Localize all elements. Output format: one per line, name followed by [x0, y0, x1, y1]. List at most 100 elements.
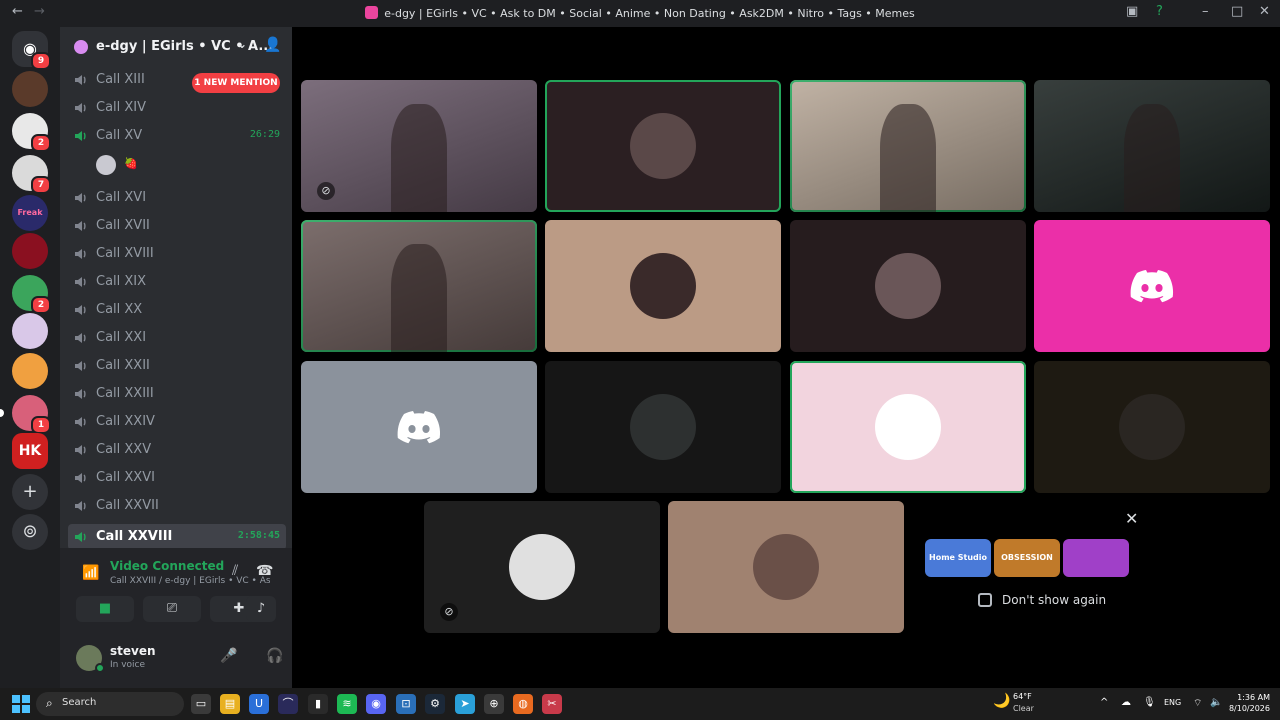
maximize-button[interactable]: □ [1231, 4, 1243, 19]
voice-channel[interactable]: Call XXI [68, 325, 286, 351]
server-icon-1[interactable] [12, 71, 48, 107]
username[interactable]: steven [110, 644, 156, 658]
weather-temp[interactable]: 64°F [1013, 692, 1032, 701]
screen-share-button[interactable]: ⎚ [143, 596, 201, 622]
participant-12-tile[interactable] [1034, 361, 1270, 493]
language-indicator[interactable]: ENG [1164, 698, 1181, 707]
participant-11-tile[interactable] [790, 361, 1026, 493]
microphone-icon[interactable]: 🎤 [220, 648, 237, 664]
task-view-icon[interactable]: ▭ [191, 694, 211, 714]
close-icon[interactable]: ✕ [1125, 509, 1138, 528]
help-icon[interactable]: ? [1156, 4, 1163, 19]
close-window-button[interactable]: ✕ [1259, 4, 1270, 19]
signal-icon[interactable]: 📶 [82, 565, 99, 581]
voice-channel[interactable]: Call XX [68, 297, 286, 323]
voice-channel[interactable]: Call XVI [68, 185, 286, 211]
snipping-icon[interactable]: ✂ [542, 694, 562, 714]
activity-card[interactable] [1063, 539, 1129, 577]
server-icon-6[interactable]: 2 [12, 275, 51, 314]
app-arc-icon[interactable]: ⌒ [278, 694, 298, 714]
app-u-icon[interactable]: U [249, 694, 269, 714]
voice-channel[interactable]: Call XXII [68, 353, 286, 379]
tray-chevron-icon[interactable]: ^ [1100, 697, 1108, 708]
moon-weather-icon[interactable]: 🌙 [993, 693, 1010, 709]
minimize-button[interactable]: – [1202, 4, 1209, 19]
voice-channel[interactable]: Call XVII [68, 213, 286, 239]
dont-show-label[interactable]: Don't show again [1002, 593, 1106, 607]
windows-start-icon[interactable] [12, 695, 30, 713]
activity-card[interactable]: Home Studio [925, 539, 991, 577]
participant-9-tile[interactable] [301, 361, 537, 493]
voice-channel[interactable]: Call XXVI [68, 465, 286, 491]
activity-card[interactable]: OBSESSION [994, 539, 1060, 577]
steam-icon[interactable]: ⚙ [425, 694, 445, 714]
participant-5-tile[interactable] [301, 220, 537, 352]
headphones-icon[interactable]: 🎧 [266, 648, 283, 664]
inbox-icon[interactable]: ▣ [1126, 4, 1138, 19]
server-header[interactable]: e-dgy | EGirls • VC • A... ⌄ 👤 [60, 27, 292, 67]
invite-people-icon[interactable]: 👤 [264, 37, 281, 53]
participant-avatar [630, 394, 696, 460]
server-icon-9[interactable]: 1 [0, 395, 51, 434]
noise-suppression-icon[interactable]: ⫽ [232, 563, 238, 579]
voice-channel[interactable]: Call XXIV [68, 409, 286, 435]
voice-channel[interactable]: Call XXVIII 2:58:45 [68, 524, 286, 550]
audio-app-icon[interactable]: ▮ [308, 694, 328, 714]
participant-10-tile[interactable] [545, 361, 781, 493]
participant-7-tile[interactable] [790, 220, 1026, 352]
clock-date[interactable]: 8/10/2026 [1222, 704, 1270, 713]
add-server-icon[interactable]: + [12, 474, 48, 510]
voice-channel[interactable]: Call XXV [68, 437, 286, 463]
voice-channel[interactable]: Call XXVII [68, 493, 286, 519]
selected-server-pip [0, 409, 4, 417]
member-avatar[interactable] [96, 155, 116, 175]
participant-14-tile[interactable] [668, 501, 904, 633]
disconnect-icon[interactable]: ☎ [256, 563, 273, 579]
discover-icon[interactable]: ⊚ [12, 514, 48, 550]
taskbar-search[interactable]: ⌕ Search [36, 692, 184, 716]
telegram-icon[interactable]: ➤ [455, 694, 475, 714]
participant-4-tile[interactable] [1034, 80, 1270, 212]
participant-8-tile[interactable] [1034, 220, 1270, 352]
wifi-icon[interactable]: ⌔ [1193, 697, 1202, 710]
user-panel: steven In voice 🎤 🎧 [60, 630, 292, 688]
voice-location[interactable]: Call XXVIII / e-dgy | EGirls • VC • As..… [110, 576, 270, 586]
participant-3-tile[interactable] [790, 80, 1026, 212]
participant-13-tile[interactable]: ⊘ [424, 501, 660, 633]
voice-channel[interactable]: Call XIV [68, 95, 286, 121]
voice-channel[interactable]: Call XVIII [68, 241, 286, 267]
voice-channel[interactable]: Call XXIII [68, 381, 286, 407]
camera-button[interactable]: ■ [76, 596, 134, 622]
server-icon-5[interactable] [12, 233, 48, 269]
server-icon-2[interactable]: 2 [12, 113, 51, 152]
app-store-icon[interactable]: ⊡ [396, 694, 416, 714]
volume-icon[interactable]: 🔈 [1210, 697, 1222, 708]
server-icon-8[interactable] [12, 353, 48, 389]
participant-2-tile[interactable] [545, 80, 781, 212]
server-icon-3[interactable]: 7 [12, 155, 51, 194]
chevron-down-icon[interactable]: ⌄ [237, 37, 247, 51]
clock-time[interactable]: 1:36 AM [1230, 693, 1270, 702]
server-icon-0[interactable]: ◉ 9 [12, 31, 51, 70]
server-icon-10[interactable]: HK [12, 433, 48, 469]
person-silhouette [1123, 103, 1181, 212]
channel-label: Call XXVII [96, 498, 159, 513]
discord-taskbar-icon[interactable]: ◉ [366, 694, 386, 714]
app-git-icon[interactable]: ⊕ [484, 694, 504, 714]
tray-mic-icon[interactable]: 🎙 [1143, 697, 1156, 708]
tray-app-icon[interactable]: ☁ [1121, 697, 1131, 708]
soundboard-button[interactable]: ♪ [246, 596, 276, 622]
weather-condition[interactable]: Clear [1013, 704, 1034, 713]
spotify-icon[interactable]: ≋ [337, 694, 357, 714]
server-icon-4[interactable]: Freak Party [12, 195, 48, 253]
firefox-icon[interactable]: ◍ [513, 694, 533, 714]
participant-1-tile[interactable]: ⊘ [301, 80, 537, 212]
file-explorer-icon[interactable]: ▤ [220, 694, 240, 714]
new-mention-banner[interactable]: 1 NEW MENTION [192, 73, 280, 93]
participant-6-tile[interactable] [545, 220, 781, 352]
server-icon-7[interactable] [12, 313, 48, 349]
voice-channel[interactable]: Call XIX [68, 269, 286, 295]
dont-show-checkbox[interactable] [978, 593, 992, 607]
voice-channel[interactable]: Call XV 26:29 [68, 123, 286, 149]
voice-status[interactable]: Video Connected [110, 559, 224, 573]
